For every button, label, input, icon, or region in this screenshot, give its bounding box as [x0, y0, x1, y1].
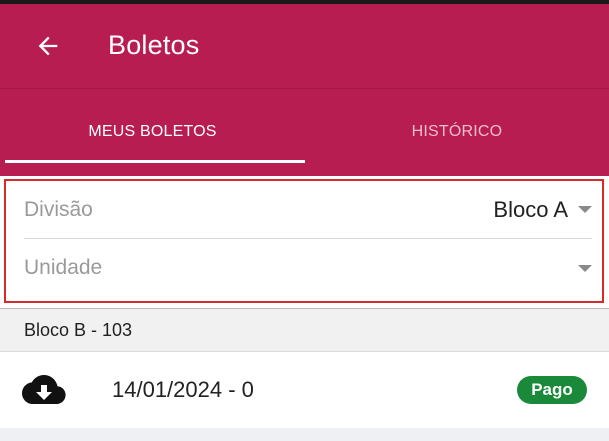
dropdown-arrow-icon	[578, 206, 592, 213]
divisao-value: Bloco A	[493, 196, 568, 222]
active-tab-indicator	[5, 160, 305, 163]
tab-label: HISTÓRICO	[411, 123, 503, 140]
list-background	[0, 428, 609, 441]
tab-bar: MEUS BOLETOS HISTÓRICO	[0, 88, 609, 176]
list-item[interactable]: 14/01/2024 - 0 Pago	[0, 352, 609, 428]
divisao-label: Divisão	[24, 197, 93, 221]
page-title: Boletos	[108, 30, 200, 60]
cloud-download-icon[interactable]	[22, 374, 66, 406]
divisao-select[interactable]: Divisão Bloco A	[24, 181, 592, 239]
app-bar: Boletos	[0, 4, 609, 88]
status-badge: Pago	[517, 376, 587, 404]
tab-historico[interactable]: HISTÓRICO	[305, 89, 609, 175]
unidade-label: Unidade	[24, 256, 103, 279]
tab-label: MEUS BOLETOS	[88, 123, 217, 140]
filter-panel: Divisão Bloco A Unidade	[4, 179, 604, 303]
arrow-left-icon	[38, 36, 58, 56]
dropdown-arrow-icon	[578, 264, 592, 272]
group-header: Bloco B - 103	[0, 308, 609, 352]
unidade-select[interactable]: Unidade	[24, 239, 592, 297]
boleto-date: 14/01/2024 - 0	[112, 377, 254, 402]
back-button[interactable]	[30, 28, 66, 64]
group-title: Bloco B - 103	[24, 320, 133, 340]
